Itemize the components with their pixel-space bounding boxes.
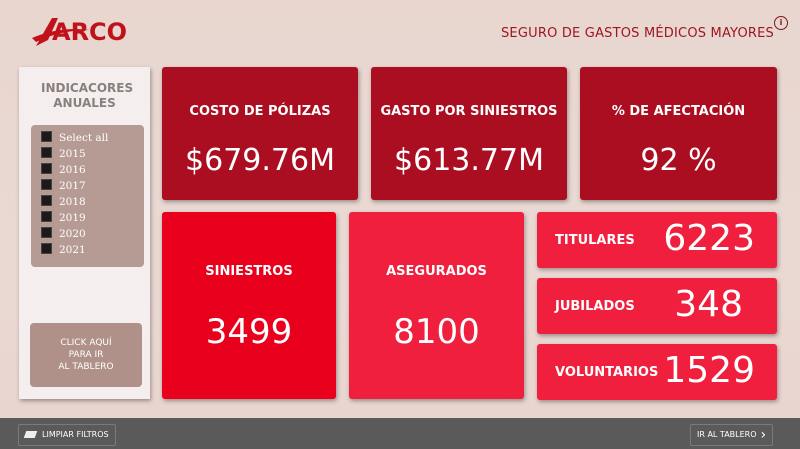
eraser-icon <box>23 431 38 438</box>
kpi-label: SINIESTROS <box>205 264 293 279</box>
kpi-costo-card: COSTO DE PÓLIZAS $679.76M <box>162 67 358 200</box>
slicer-item-2021[interactable]: 2021 <box>41 243 86 259</box>
checkbox-icon[interactable] <box>41 163 52 174</box>
year-slicer: Select all 2015 2016 2017 2018 2019 2020… <box>31 125 144 267</box>
slicer-item-2015[interactable]: 2015 <box>41 147 86 163</box>
checkbox-icon[interactable] <box>41 227 52 238</box>
checkbox-icon[interactable] <box>41 131 52 142</box>
kpi-asegurados-card: ASEGURADOS 8100 <box>349 212 524 399</box>
go-dashboard-button[interactable]: IR AL TABLERO › <box>690 424 774 446</box>
logo-text: ARCO <box>52 18 128 46</box>
checkbox-icon[interactable] <box>41 211 52 222</box>
slicer-item-2020[interactable]: 2020 <box>41 227 86 243</box>
kpi-jubilados-card: JUBILADOS 348 <box>537 278 777 334</box>
slicer-item-2018[interactable]: 2018 <box>41 195 86 211</box>
kpi-value: $679.76M <box>185 143 335 178</box>
kpi-label: VOLUNTARIOS <box>555 365 659 380</box>
go-to-dashboard-button[interactable]: CLICK AQUÍ PARA IR AL TABLERO <box>30 323 142 387</box>
kpi-value: 6223 <box>663 218 755 259</box>
clear-filters-button[interactable]: LIMPIAR FILTROS <box>18 424 116 446</box>
footer-bar: LIMPIAR FILTROS IR AL TABLERO › <box>0 418 800 449</box>
kpi-label: TITULARES <box>555 233 635 248</box>
kpi-afectacion-card: % DE AFECTACIÓN 92 % <box>580 67 777 200</box>
kpi-label: GASTO POR SINIESTROS <box>380 104 558 119</box>
checkbox-icon[interactable] <box>41 179 52 190</box>
checkbox-icon[interactable] <box>41 243 52 254</box>
panel-title: INDICACORES ANUALES <box>41 81 134 110</box>
checkbox-icon[interactable] <box>41 195 52 206</box>
kpi-value: $613.77M <box>394 143 544 178</box>
kpi-label: ASEGURADOS <box>386 264 487 279</box>
kpi-value: 92 % <box>640 143 717 178</box>
kpi-value: 8100 <box>393 312 480 352</box>
kpi-titulares-card: TITULARES 6223 <box>537 212 777 268</box>
page-title: SEGURO DE GASTOS MÉDICOS MAYORES <box>500 26 774 41</box>
kpi-voluntarios-card: VOLUNTARIOS 1529 <box>537 344 777 400</box>
header: ARCO SEGURO DE GASTOS MÉDICOS MAYORES i <box>0 0 800 62</box>
slicer-item-2016[interactable]: 2016 <box>41 163 86 179</box>
filter-panel: INDICACORES ANUALES Select all 2015 2016… <box>19 67 150 399</box>
info-icon[interactable]: i <box>774 16 788 30</box>
kpi-value: 3499 <box>205 312 293 352</box>
kpi-label: JUBILADOS <box>555 299 635 314</box>
slicer-item-2019[interactable]: 2019 <box>41 211 86 227</box>
kpi-siniestros-card: SINIESTROS 3499 <box>162 212 336 399</box>
kpi-gasto-card: GASTO POR SINIESTROS $613.77M <box>371 67 567 200</box>
kpi-value: 348 <box>674 284 743 325</box>
kpi-value: 1529 <box>663 350 755 391</box>
kpi-label: % DE AFECTACIÓN <box>611 104 746 119</box>
checkbox-icon[interactable] <box>41 147 52 158</box>
slicer-item-2017[interactable]: 2017 <box>41 179 86 195</box>
chevron-right-icon: › <box>760 427 767 443</box>
kpi-label: COSTO DE PÓLIZAS <box>189 104 331 119</box>
slicer-item-select-all[interactable]: Select all <box>41 131 108 147</box>
